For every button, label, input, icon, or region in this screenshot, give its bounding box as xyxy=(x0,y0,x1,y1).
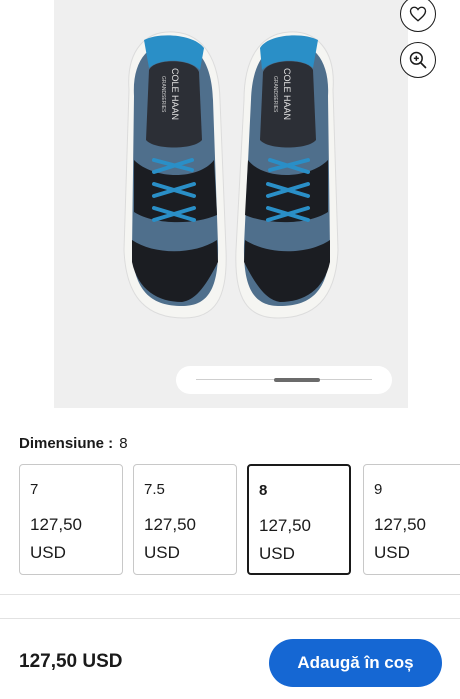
left-shoe: COLE HAAN GRANDSERIES xyxy=(123,31,227,319)
price-amount: 127,50 xyxy=(144,515,196,534)
size-option-price: 127,50 USD xyxy=(259,512,311,568)
price-currency: USD xyxy=(144,543,180,562)
size-option-size: 8 xyxy=(259,482,268,499)
size-label: Dimensiune : xyxy=(19,435,114,452)
right-shoe-subbrand-text: GRANDSERIES xyxy=(272,76,278,113)
size-option-size: 7 xyxy=(30,481,39,498)
section-divider xyxy=(0,594,460,595)
selected-size-value: 8 xyxy=(119,435,128,452)
right-shoe-brand-text: COLE HAAN xyxy=(282,68,292,120)
zoom-button[interactable] xyxy=(400,42,436,78)
image-carousel-scrollbar[interactable] xyxy=(176,366,392,394)
size-option-7[interactable]: 7 127,50 USD xyxy=(19,464,123,575)
shoe-pair-illustration: COLE HAAN GRANDSERIES COLE HAAN GRANDSER… xyxy=(123,31,339,319)
price-amount: 127,50 xyxy=(259,516,311,535)
scrollbar-thumb[interactable] xyxy=(274,378,320,382)
size-option-price: 127,50 USD xyxy=(374,511,426,567)
total-price: 127,50 USD xyxy=(19,651,123,672)
size-option-price: 127,50 USD xyxy=(30,511,82,567)
price-currency: USD xyxy=(30,543,66,562)
price-amount: 127,50 xyxy=(374,515,426,534)
size-option-size: 7.5 xyxy=(144,481,165,498)
size-selector-header: Dimensiune : 8 xyxy=(19,434,128,454)
right-shoe: COLE HAAN GRANDSERIES xyxy=(235,31,339,319)
add-to-cart-button[interactable]: Adaugă în coș xyxy=(269,639,442,687)
heart-icon xyxy=(409,6,427,22)
zoom-in-icon xyxy=(409,51,427,69)
price-currency: USD xyxy=(374,543,410,562)
size-option-9[interactable]: 9 127,50 USD xyxy=(363,464,460,575)
footer-divider xyxy=(0,618,460,619)
left-shoe-brand-text: COLE HAAN xyxy=(170,68,180,120)
price-currency: USD xyxy=(259,544,295,563)
product-image[interactable]: COLE HAAN GRANDSERIES COLE HAAN GRANDSER… xyxy=(54,0,408,408)
price-amount: 127,50 xyxy=(30,515,82,534)
size-option-size: 9 xyxy=(374,481,383,498)
size-option-8[interactable]: 8 127,50 USD xyxy=(247,464,351,575)
left-shoe-subbrand-text: GRANDSERIES xyxy=(160,76,166,113)
favorite-button[interactable] xyxy=(400,0,436,32)
size-option-7-5[interactable]: 7.5 127,50 USD xyxy=(133,464,237,575)
size-option-price: 127,50 USD xyxy=(144,511,196,567)
